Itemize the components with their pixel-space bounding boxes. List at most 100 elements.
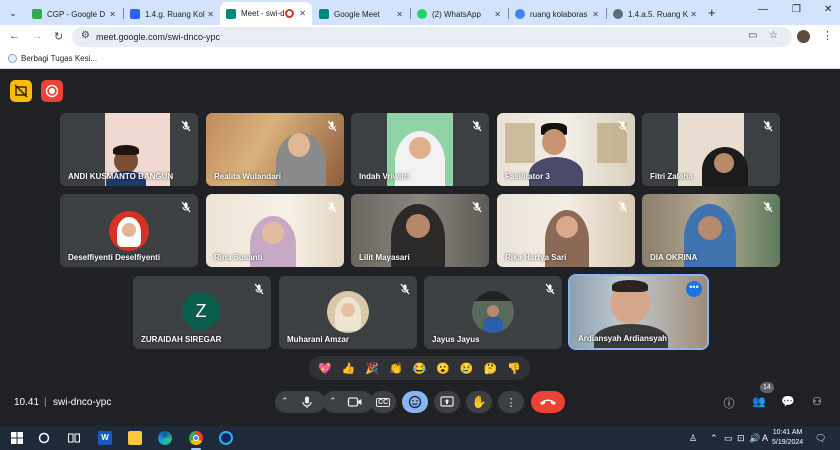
tab-close-icon[interactable]: ✕	[299, 9, 306, 18]
participant-tile-0[interactable]: ANDI KUSMANTO BANGUN	[60, 113, 198, 186]
system-clock[interactable]: 10:41 AM 5/19/2024	[772, 428, 803, 448]
reaction-thumbs-down[interactable]: 👎	[507, 362, 521, 375]
record-badge[interactable]	[41, 80, 63, 102]
avatar	[109, 211, 149, 251]
mic-off-icon	[472, 120, 482, 132]
bookmark-star-icon[interactable]: ☆	[769, 30, 778, 41]
battery-icon[interactable]: ▭	[724, 433, 733, 444]
video-options-chevron-icon[interactable]: ⌃	[329, 396, 337, 407]
volume-icon[interactable]: 🔊	[749, 433, 760, 444]
participant-tile-7[interactable]: Lilit Mayasari	[351, 194, 489, 267]
tab-close-icon[interactable]: ✕	[109, 10, 116, 19]
site-info-icon[interactable]: ⚙	[81, 30, 90, 41]
people-tray-icon[interactable]: ♙	[689, 433, 697, 444]
reaction-clap[interactable]: 👏	[389, 362, 403, 375]
search-icon[interactable]	[37, 431, 51, 445]
restore-icon[interactable]: ❐	[792, 4, 801, 15]
emoji-button[interactable]	[402, 391, 428, 413]
tab-2-active[interactable]: Meet - swi-d ✕	[220, 2, 312, 25]
mic-off-icon	[763, 201, 773, 213]
tray-chevron-icon[interactable]: ⌃	[710, 433, 718, 444]
tab-6[interactable]: 1.4.a.5. Ruang K ✕	[607, 4, 703, 24]
chrome-icon[interactable]	[189, 431, 203, 445]
participant-tile-9[interactable]: DIA OKRINA	[642, 194, 780, 267]
edge-icon[interactable]	[158, 431, 172, 445]
tab-5[interactable]: ruang kolaboras ✕	[509, 4, 605, 24]
participant-tile-8[interactable]: Rika Hartya Sari	[497, 194, 635, 267]
tile-options-icon[interactable]: •••	[686, 281, 702, 297]
clock-time: 10:41 AM	[772, 429, 803, 436]
tab-close-icon[interactable]: ✕	[690, 10, 697, 19]
tab-close-icon[interactable]: ✕	[396, 10, 403, 19]
windows-taskbar: W ♙ ⌃ ▭ ⊡ 🔊 A 10:41 AM 5/19/2024 🗨	[0, 426, 840, 450]
recording-status-badge[interactable]	[10, 80, 32, 102]
more-vert-icon: ⋮	[505, 396, 517, 409]
participant-tile-3[interactable]: Fasilitator 3	[497, 113, 635, 186]
participant-tile-13-speaking[interactable]: ••• Ardiansyah Ardiansyah	[568, 274, 709, 350]
tab-search-icon[interactable]: ⌄	[5, 5, 21, 21]
reaction-sad[interactable]: 😢	[460, 362, 474, 375]
reactions-bar: 💖 👍 🎉 👏 😂 😮 😢 🤔 👎	[309, 356, 530, 380]
reaction-laugh[interactable]: 😂	[413, 362, 427, 375]
meet-stage: ANDI KUSMANTO BANGUN Realita Wulandari I…	[0, 70, 840, 426]
address-bar[interactable]: ⚙ meet.google.com/swi-dnco-ypc ▭ ☆	[72, 27, 792, 47]
audio-options-chevron-icon[interactable]: ⌃	[281, 396, 289, 407]
clock-date: 5/19/2024	[772, 439, 804, 446]
reaction-thinking[interactable]: 🤔	[484, 362, 498, 375]
tab-label: ruang kolaboras	[530, 9, 588, 19]
minimize-icon[interactable]: —	[758, 4, 768, 15]
reaction-heart[interactable]: 💖	[318, 362, 332, 375]
forward-icon[interactable]: →	[32, 30, 43, 42]
activities-icon[interactable]: ⚇	[810, 395, 824, 409]
task-view-icon[interactable]	[67, 431, 81, 445]
participant-tile-6[interactable]: Rina Susanti	[206, 194, 344, 267]
input-method-indicator[interactable]: A	[762, 433, 768, 443]
word-icon[interactable]: W	[98, 431, 112, 445]
raise-hand-button[interactable]: ✋	[466, 391, 492, 413]
captions-button[interactable]: CC	[370, 391, 396, 413]
bookmark-item[interactable]: Berbagi Tugas Kesi...	[21, 54, 97, 63]
meeting-details-icon[interactable]: ⓘ	[722, 395, 736, 410]
present-button[interactable]	[434, 391, 460, 413]
url-text: meet.google.com/swi-dnco-ypc	[96, 32, 221, 42]
people-icon[interactable]: 👥	[752, 395, 766, 409]
app-icon[interactable]	[219, 431, 233, 445]
tab-4[interactable]: (2) WhatsApp ✕	[411, 4, 507, 24]
camera-in-use-icon[interactable]: ▭	[748, 30, 757, 41]
close-window-icon[interactable]: ✕	[824, 4, 832, 15]
browser-menu-icon[interactable]: ⋮	[822, 29, 833, 42]
participant-tile-11[interactable]: Muharani Amzar	[279, 276, 417, 349]
reaction-party[interactable]: 🎉	[365, 362, 379, 375]
tab-close-icon[interactable]: ✕	[592, 10, 599, 19]
file-explorer-icon[interactable]	[128, 431, 142, 445]
participant-tile-4[interactable]: Fitri Zaleha	[642, 113, 780, 186]
more-options-button[interactable]: ⋮	[498, 391, 524, 413]
windows-start-icon[interactable]	[10, 431, 24, 445]
microphone-icon[interactable]	[300, 395, 314, 409]
participant-tile-12[interactable]: Jayus Jayus	[424, 276, 562, 349]
tab-close-icon[interactable]: ✕	[207, 10, 214, 19]
camera-icon[interactable]	[347, 395, 363, 409]
tab-3[interactable]: Google Meet ✕	[313, 4, 409, 24]
participant-tile-5[interactable]: Deselfiyenti Deselfiyenti	[60, 194, 198, 267]
network-icon[interactable]: ⊡	[737, 433, 745, 444]
leave-call-button[interactable]	[531, 391, 565, 413]
back-icon[interactable]: ←	[9, 30, 20, 42]
participant-tile-10[interactable]: Z ZURAIDAH SIREGAR	[133, 276, 271, 349]
notifications-icon[interactable]: 🗨	[815, 433, 826, 444]
reload-icon[interactable]: ↻	[54, 30, 63, 43]
tab-close-icon[interactable]: ✕	[494, 10, 501, 19]
avatar	[327, 291, 369, 333]
chat-icon[interactable]: 💬	[781, 395, 795, 409]
captions-off-icon	[14, 84, 28, 98]
mic-off-icon	[327, 120, 337, 132]
participant-tile-2[interactable]: Indah Vriwitri	[351, 113, 489, 186]
bookmarks-bar: Berbagi Tugas Kesi...	[0, 49, 840, 69]
new-tab-icon[interactable]: +	[708, 5, 716, 20]
tab-0[interactable]: CGP - Google D ✕	[26, 4, 122, 24]
profile-avatar[interactable]	[797, 30, 810, 43]
reaction-surprised[interactable]: 😮	[436, 362, 450, 375]
reaction-thumbs-up[interactable]: 👍	[342, 362, 356, 375]
tab-1[interactable]: 1.4.g. Ruang Kol ✕	[124, 4, 220, 24]
participant-tile-1[interactable]: Realita Wulandari	[206, 113, 344, 186]
